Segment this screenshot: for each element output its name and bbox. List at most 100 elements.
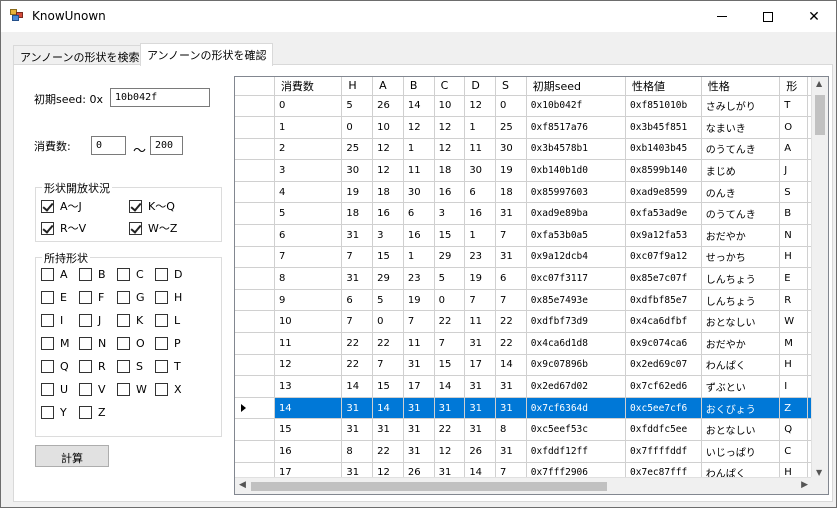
table-cell[interactable]: 0xad9e8599 [625,181,702,204]
table-cell[interactable]: おとなしい [701,310,781,334]
table-cell[interactable]: 12 [434,440,466,463]
owned-shape-checkbox[interactable]: O [117,337,145,350]
table-cell[interactable]: 7 [434,332,466,355]
table-cell[interactable]: 8 [341,440,374,463]
table-cell[interactable]: 0x4ca6d1d8 [526,332,627,355]
table-cell[interactable]: 0x9a12fa53 [625,224,702,247]
table-cell[interactable]: 31 [464,397,497,420]
table-cell[interactable]: しんちょう [701,267,781,290]
table-cell[interactable]: 5 [434,267,466,290]
table-cell[interactable]: I [779,375,809,398]
table-cell[interactable]: 22 [495,332,527,355]
table-cell[interactable]: 6 [341,289,374,312]
table-cell[interactable]: 11 [464,310,497,334]
table-cell[interactable]: 31 [464,332,497,355]
table-cell[interactable]: 31 [495,440,527,463]
column-header[interactable]: S [495,77,527,96]
table-cell[interactable]: 8 [495,418,527,441]
table-row[interactable]: 107072211220xdfbf73d90x4ca6dfbfおとなしいWX [235,310,828,334]
table-cell[interactable]: 31 [495,375,527,398]
table-cell[interactable]: 6 [274,224,343,247]
table-cell[interactable]: 22 [434,418,466,441]
table-cell[interactable]: 0xfa53ad9e [625,202,702,226]
table-cell[interactable]: 0xf8517a76 [526,116,627,139]
table-cell[interactable]: 0xad9e89ba [526,202,627,226]
owned-shape-checkbox[interactable]: N [79,337,106,350]
owned-shape-checkbox[interactable]: Q [41,360,69,373]
row-header[interactable] [235,310,275,334]
row-header[interactable] [235,418,275,441]
owned-shape-checkbox[interactable]: A [41,268,68,281]
table-cell[interactable]: H [779,354,809,377]
checkbox-box[interactable] [155,383,168,396]
table-cell[interactable]: Q [779,418,809,441]
open-range-checkbox[interactable]: A～J [41,198,82,214]
checkbox-box[interactable] [79,291,92,304]
table-cell[interactable]: 0x10b042f [526,95,627,118]
table-cell[interactable]: 15 [372,246,404,269]
table-cell[interactable]: 7 [372,354,404,377]
checkbox-box[interactable] [79,314,92,327]
horizontal-scroll-thumb[interactable] [251,482,607,491]
table-cell[interactable]: 31 [341,418,374,441]
column-header[interactable]: 性格値 [625,77,702,96]
table-cell[interactable]: 30 [341,159,374,182]
checkbox-box[interactable] [41,383,54,396]
vertical-scroll-thumb[interactable] [815,95,825,135]
table-cell[interactable]: 0x3b45f851 [625,116,702,139]
table-cell[interactable]: 0xc5eef53c [526,418,627,441]
table-cell[interactable]: 3 [434,202,466,226]
scroll-left-icon[interactable]: ◀ [239,480,246,490]
table-cell[interactable]: 31 [464,418,497,441]
table-cell[interactable]: 19 [464,267,497,290]
row-header[interactable] [235,332,275,355]
table-cell[interactable]: 31 [341,224,374,247]
table-cell[interactable]: 0xfddfc5ee [625,418,702,441]
row-header[interactable] [235,289,275,312]
table-cell[interactable]: 22 [341,332,374,355]
table-cell[interactable]: O [779,116,809,139]
table-cell[interactable]: 0x7cf6364d [526,397,627,420]
table-cell[interactable]: 29 [372,267,404,290]
table-cell[interactable]: 26 [464,440,497,463]
table-cell[interactable]: 30 [495,138,527,161]
table-cell[interactable]: 15 [434,354,466,377]
table-cell[interactable]: 19 [495,159,527,182]
table-row[interactable]: 14 31 14 31 31 31 31 0x7cf6364d 0xc5ee7cf6 おくびょう Z… [235,397,828,420]
table-cell[interactable]: 22 [372,332,404,355]
table-cell[interactable]: 11 [403,332,435,355]
checkbox-box[interactable] [79,406,92,419]
table-row[interactable]: 965190770x85e7493e0xdfbf85e7しんちょうRX [235,289,828,312]
table-row[interactable]: 131415171431310x2ed67d020x7cf62ed6ずぶといIX [235,375,828,398]
table-cell[interactable]: 6 [403,202,435,226]
table-cell[interactable]: 7 [495,289,527,312]
table-cell[interactable]: 6 [464,181,497,204]
table-row[interactable]: 831292351960xc07f31170x85e7c07fしんちょうEX [235,267,828,290]
open-range-checkbox[interactable]: W～Z [129,220,177,236]
table-cell[interactable]: 10 [434,95,466,118]
table-cell[interactable]: Z [779,397,809,420]
column-header[interactable]: 形 [779,77,809,96]
table-cell[interactable]: 0 [341,116,374,139]
checkbox-box[interactable] [117,291,130,304]
checkbox-box[interactable] [41,406,54,419]
table-cell[interactable]: 5 [274,202,343,226]
table-cell[interactable]: 16 [464,202,497,226]
table-cell[interactable]: 1 [403,246,435,269]
owned-shape-checkbox[interactable]: R [79,360,106,373]
owned-shape-checkbox[interactable]: G [117,291,145,304]
owned-shape-checkbox[interactable]: T [155,360,181,373]
table-cell[interactable]: 0x2ed67d02 [526,375,627,398]
table-cell[interactable]: 0xdfbf73d9 [526,310,627,334]
table-cell[interactable]: 16 [403,224,435,247]
table-cell[interactable]: 14 [434,375,466,398]
table-row[interactable]: 11222211731220x4ca6d1d80x9c074ca6おだやかMX [235,332,828,355]
table-cell[interactable]: 0xfa53b0a5 [526,224,627,247]
table-cell[interactable]: のうてんき [701,202,781,226]
table-cell[interactable]: T [779,95,809,118]
table-cell[interactable]: 12 [372,159,404,182]
table-row[interactable]: 101012121250xf8517a760x3b45f851なまいきOX [235,116,828,139]
table-cell[interactable]: 22 [341,354,374,377]
row-header[interactable] [235,224,275,247]
table-cell[interactable]: 30 [464,159,497,182]
